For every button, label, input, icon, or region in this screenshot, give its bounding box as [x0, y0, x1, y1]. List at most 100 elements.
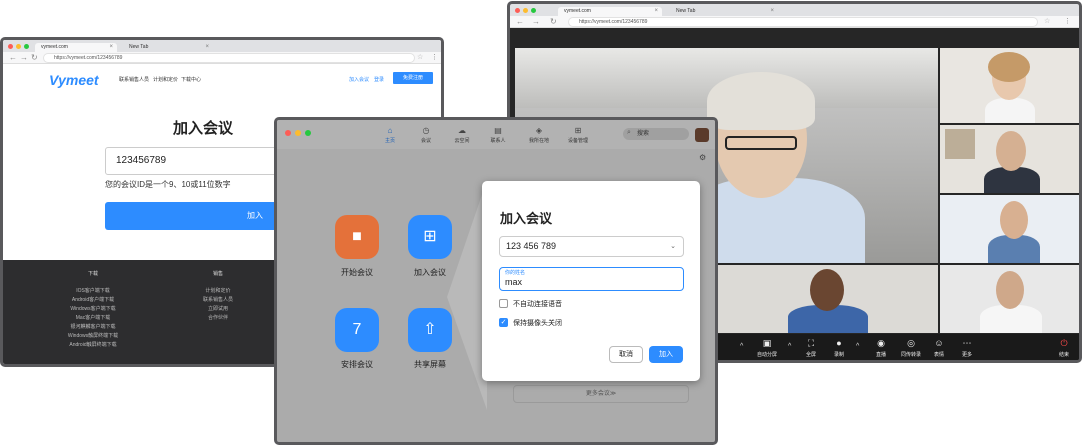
participant-body [988, 235, 1040, 263]
footer-link[interactable]: Android客户端下载 [48, 296, 138, 305]
video-tile-participant[interactable] [940, 195, 1079, 263]
meeting-id-select[interactable]: 123 456 789 ⌄ [499, 236, 684, 257]
nav-cloud[interactable]: ☁ 云空间 [447, 126, 477, 144]
address-bar: ← → ↻ https://vymeet.com/123456789 ☆ ⋮ [3, 52, 441, 64]
close-tab-icon[interactable]: × [205, 43, 209, 52]
browser-menu-icon[interactable]: ⋮ [1064, 17, 1071, 25]
vymeet-logo[interactable]: Vymeet [49, 72, 99, 88]
auto-audio-checkbox[interactable] [499, 299, 508, 308]
plus-icon: ⊞ [423, 228, 437, 245]
footer-link[interactable]: 联系销售人员 [173, 296, 263, 305]
nav-link-sales[interactable]: 联系销售人员 [119, 76, 149, 83]
cancel-button[interactable]: 取消 [609, 346, 643, 363]
caret-up-icon[interactable]: ^ [740, 343, 743, 350]
nav-meetings[interactable]: ◷ 会议 [411, 126, 441, 144]
schedule-meeting-label: 安排会议 [341, 360, 373, 369]
maximize-dot-icon[interactable] [531, 8, 536, 13]
minimize-dot-icon[interactable] [523, 8, 528, 13]
footer-link[interactable]: Windows客户端下载 [48, 305, 138, 314]
close-tab-icon[interactable]: × [109, 43, 113, 52]
footer-heading: 销售 [212, 271, 223, 277]
video-tile-participant[interactable] [718, 265, 938, 333]
schedule-meeting-button[interactable]: 7 [335, 308, 379, 352]
close-tab-icon[interactable]: × [770, 7, 774, 16]
control-live[interactable]: ◉ 直播 [864, 338, 898, 358]
video-tile-participant[interactable] [940, 48, 1079, 123]
control-end[interactable]: ⏻ 结束 [1047, 338, 1079, 358]
name-field[interactable]: 你的姓名 max [499, 267, 684, 291]
participant-hair [988, 52, 1030, 82]
back-icon[interactable]: ← [9, 53, 17, 63]
close-dot-icon[interactable] [285, 130, 291, 136]
end-icon: ⏻ [1060, 338, 1068, 348]
record-icon: ● [836, 338, 842, 348]
footer-link[interactable]: Windows触屏终端下载 [48, 332, 138, 341]
reload-icon[interactable]: ↻ [31, 53, 38, 63]
maximize-dot-icon[interactable] [305, 130, 311, 136]
video-tile-participant[interactable] [940, 125, 1079, 193]
nav-link-login[interactable]: 登录 [374, 76, 384, 83]
close-dot-icon[interactable] [515, 8, 520, 13]
check-icon: ✓ [500, 319, 507, 326]
share-screen-icon: ⇧ [423, 321, 437, 338]
share-screen-button[interactable]: ⇧ [408, 308, 452, 352]
nav-location[interactable]: ◈ 我所在地 [524, 126, 554, 144]
contacts-icon: ▤ [494, 126, 502, 135]
control-auto-split[interactable]: ▣ 自动分屏 [750, 338, 784, 358]
nav-home[interactable]: ⌂ 主页 [375, 126, 405, 144]
forward-icon[interactable]: → [532, 17, 540, 27]
back-icon[interactable]: ← [516, 17, 524, 27]
reload-icon[interactable]: ↻ [550, 17, 557, 27]
footer-link[interactable]: Mac客户端下载 [48, 314, 138, 323]
maximize-dot-icon[interactable] [24, 44, 29, 49]
gear-icon[interactable]: ⚙ [699, 153, 706, 162]
tab-new[interactable]: New Tab × [123, 43, 213, 52]
camera-off-checkbox[interactable]: ✓ [499, 318, 508, 327]
search-input[interactable]: 搜索 [623, 128, 689, 140]
live-icon: ◉ [877, 338, 885, 348]
camera-off-label: 保持摄像头关闭 [513, 320, 562, 327]
footer-heading: 下载 [87, 271, 98, 277]
caret-up-icon[interactable]: ^ [788, 343, 791, 350]
minimize-dot-icon[interactable] [295, 130, 301, 136]
footer-column-sales: 销售 计划和定价 联系销售人员 立即试用 合作伙伴 [173, 270, 263, 323]
join-meeting-button[interactable]: ⊞ [408, 215, 452, 259]
name-field-value[interactable]: max [505, 277, 522, 287]
chevron-down-icon[interactable]: ⌄ [670, 237, 676, 256]
footer-link[interactable]: 合作伙伴 [173, 314, 263, 323]
footer-link[interactable]: 立即试用 [173, 305, 263, 314]
footer-link[interactable]: 银河麒麟客户端下载 [48, 323, 138, 332]
tab-vymeet[interactable]: vymeet.com × [558, 7, 662, 16]
control-record[interactable]: ● 录制 [822, 338, 856, 358]
footer-link[interactable]: IOS客户端下载 [48, 287, 138, 296]
join-button[interactable]: 加入 [649, 346, 683, 363]
forward-icon[interactable]: → [20, 53, 28, 63]
footer-link[interactable]: Android触屏终端下载 [48, 341, 138, 350]
bookmark-star-icon[interactable]: ☆ [1044, 17, 1050, 25]
control-more[interactable]: ⋯ 更多 [950, 338, 984, 358]
signup-button[interactable]: 免费注册 [393, 72, 433, 84]
nav-link-join[interactable]: 加入会议 [349, 76, 369, 83]
footer-link[interactable]: 计划和定价 [173, 287, 263, 296]
nav-link-download[interactable]: 下载中心 [181, 76, 201, 83]
clock-icon: ◷ [422, 126, 430, 135]
url-field[interactable]: https://vymeet.com/123456789 [43, 53, 415, 63]
nav-devices[interactable]: ⊞ 设备管理 [563, 126, 593, 144]
start-meeting-button[interactable]: ■ [335, 215, 379, 259]
nav-link-pricing[interactable]: 计划和定价 [153, 76, 178, 83]
tab-new[interactable]: New Tab × [670, 7, 778, 16]
more-meetings-button[interactable]: 更多会议≫ [513, 385, 689, 403]
close-tab-icon[interactable]: × [654, 7, 658, 16]
auto-audio-label: 不自动连接语音 [513, 301, 562, 308]
browser-menu-icon[interactable]: ⋮ [431, 53, 438, 61]
video-tile-participant[interactable] [940, 265, 1079, 333]
nav-contacts[interactable]: ▤ 联系人 [483, 126, 513, 144]
tab-vymeet[interactable]: vymeet.com × [35, 43, 117, 52]
minimize-dot-icon[interactable] [16, 44, 21, 49]
caret-up-icon[interactable]: ^ [856, 343, 859, 350]
close-dot-icon[interactable] [8, 44, 13, 49]
bookmark-star-icon[interactable]: ☆ [417, 53, 423, 61]
cloud-icon: ☁ [458, 126, 466, 135]
url-field[interactable]: https://vymeet.com/123456789 [568, 17, 1038, 27]
avatar[interactable] [695, 128, 709, 142]
